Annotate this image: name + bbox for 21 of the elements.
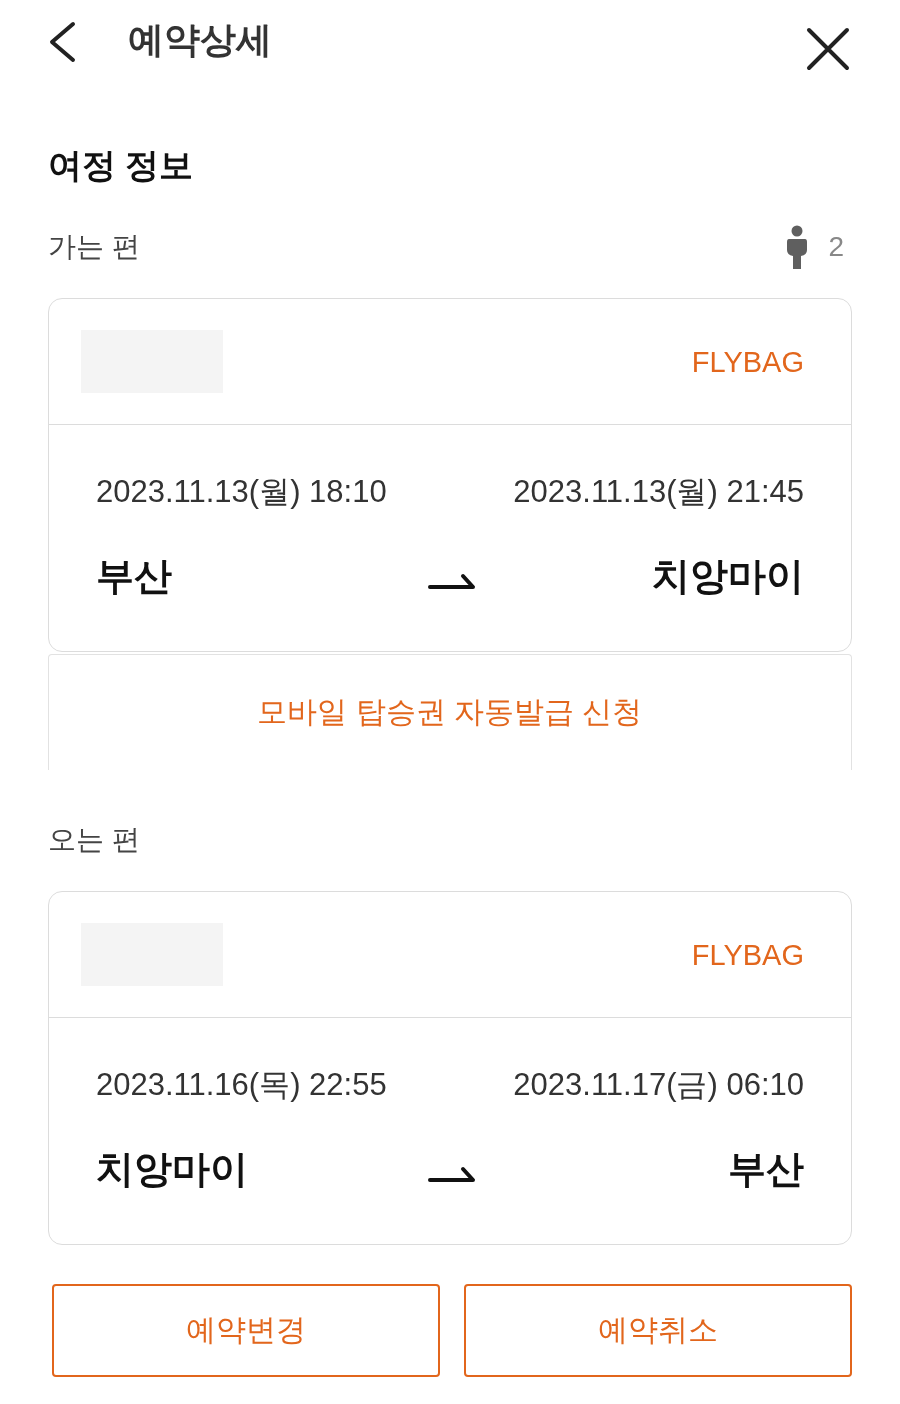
close-icon[interactable] [806, 27, 850, 71]
boarding-pass-request-button[interactable]: 모바일 탑승권 자동발급 신청 [48, 654, 852, 770]
arrival-city: 치앙마이 [652, 554, 804, 599]
outline-button[interactable]: 예약취소 [464, 1284, 852, 1377]
outline-button[interactable]: 예약변경 [52, 1284, 440, 1377]
fare-tag: FLYBAG [691, 936, 804, 973]
departure-city: 치앙마이 [96, 1147, 248, 1192]
fare-tag: FLYBAG [691, 343, 804, 380]
departure-time: 2023.11.13(월) 18:10 [96, 475, 387, 509]
person-icon [786, 225, 809, 269]
leg-label: 오는 편 [48, 823, 140, 857]
section-title: 여정 정보 [48, 145, 194, 185]
leg-label: 가는 편 [48, 230, 140, 264]
passenger-count: 2 [828, 230, 844, 264]
arrival-time: 2023.11.17(금) 06:10 [513, 1068, 804, 1102]
departure-time: 2023.11.16(목) 22:55 [96, 1068, 387, 1102]
arrival-time: 2023.11.13(월) 21:45 [513, 475, 804, 509]
arrival-city: 부산 [728, 1147, 804, 1192]
back-icon[interactable] [48, 21, 76, 63]
departure-city: 부산 [96, 554, 172, 599]
page-title: 예약상세 [128, 18, 272, 62]
